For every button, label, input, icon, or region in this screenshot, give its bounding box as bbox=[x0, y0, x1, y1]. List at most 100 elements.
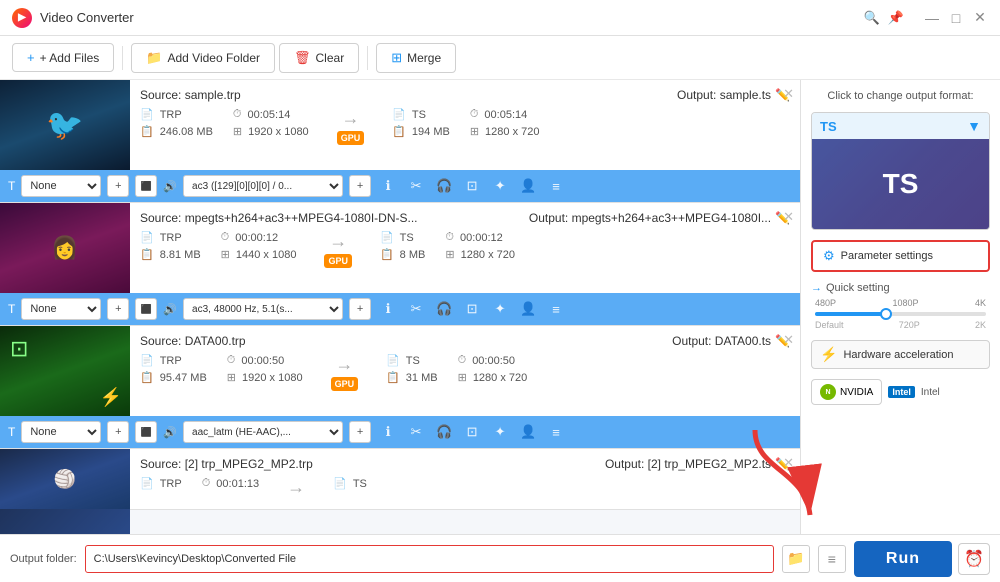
add-folder-button[interactable]: 📁 Add Video Folder bbox=[131, 43, 275, 73]
effect-icon[interactable]: ✦ bbox=[489, 175, 511, 197]
pin-icon[interactable]: 📌 bbox=[888, 10, 904, 26]
nvidia-badge: N NVIDIA bbox=[811, 379, 882, 405]
file-info: Source: DATA00.trp Output: DATA00.ts ✏️ … bbox=[130, 326, 800, 416]
subtitle-edit-icon[interactable]: ≡ bbox=[545, 175, 567, 197]
control-bar: T None + ⬛ 🔊 ac3 ([129][0][0][0] / 0... … bbox=[0, 170, 800, 202]
output-path-input[interactable] bbox=[85, 545, 774, 573]
file-row: 🐦 Source: sample.trp Output: sample.ts ✏… bbox=[0, 80, 800, 170]
subtitle-edit-icon[interactable]: ≡ bbox=[545, 421, 567, 443]
effect-icon[interactable]: ✦ bbox=[489, 298, 511, 320]
out-format-icon: 📄 bbox=[392, 108, 406, 121]
audio-select[interactable]: ac3, 48000 Hz, 5.1(s... bbox=[183, 298, 343, 320]
run-button[interactable]: Run bbox=[854, 541, 952, 577]
audio-select[interactable]: aac_latm (HE-AAC),... bbox=[183, 421, 343, 443]
time-icon: ⏱ bbox=[202, 477, 211, 490]
add-audio-button[interactable]: + bbox=[349, 421, 371, 443]
track-options-button[interactable]: ⬛ bbox=[135, 175, 157, 197]
timer-button[interactable]: ⏰ bbox=[958, 543, 990, 575]
info-icon[interactable]: ℹ bbox=[377, 298, 399, 320]
file-item: ⊡ ⚡ Source: DATA00.trp Output: DATA00.ts… bbox=[0, 326, 800, 449]
hw-icon: ⚡ bbox=[820, 346, 837, 363]
add-track-button[interactable]: + bbox=[107, 175, 129, 197]
window-controls: 🔍 📌 — □ ✕ bbox=[864, 10, 988, 26]
cut-icon[interactable]: ✂ bbox=[405, 421, 427, 443]
close-item-button[interactable]: ✕ bbox=[783, 209, 794, 225]
crop-icon[interactable]: ⊡ bbox=[461, 175, 483, 197]
crop-icon[interactable]: ⊡ bbox=[461, 298, 483, 320]
watermark-icon[interactable]: 👤 bbox=[517, 421, 539, 443]
merge-button[interactable]: ⊞ Merge bbox=[376, 43, 456, 73]
subtitle-edit-icon[interactable]: ≡ bbox=[545, 298, 567, 320]
add-track-button[interactable]: + bbox=[107, 421, 129, 443]
hardware-acceleration-button[interactable]: ⚡ Hardware acceleration bbox=[811, 340, 990, 369]
toolbar: + + Add Files 📁 Add Video Folder 🗑 Clear… bbox=[0, 36, 1000, 80]
quality-slider-container: 480P 1080P 4K Default 720P 2K bbox=[811, 298, 990, 330]
cut-icon[interactable]: ✂ bbox=[405, 175, 427, 197]
title-bar: ▶ Video Converter 🔍 📌 — □ ✕ bbox=[0, 0, 1000, 36]
output-title: Output: DATA00.ts ✏️ bbox=[672, 334, 790, 348]
output-folder-label: Output folder: bbox=[10, 553, 77, 565]
file-thumbnail: 🏐 bbox=[0, 449, 130, 534]
source-title: Source: DATA00.trp bbox=[140, 334, 246, 348]
file-item: 👩 Source: mpegts+h264+ac3++MPEG4-1080I-D… bbox=[0, 203, 800, 326]
audio-icon: 🔊 bbox=[163, 303, 177, 316]
info-icon[interactable]: ℹ bbox=[377, 175, 399, 197]
close-item-button[interactable]: ✕ bbox=[783, 455, 794, 471]
subtitle-select[interactable]: None bbox=[21, 298, 101, 320]
settings-icon: ⚙ bbox=[823, 248, 835, 264]
quick-arrow-icon: → bbox=[811, 282, 822, 294]
out-time-icon: ⏱ bbox=[445, 231, 454, 244]
add-audio-button[interactable]: + bbox=[349, 298, 371, 320]
add-audio-button[interactable]: + bbox=[349, 175, 371, 197]
add-track-button[interactable]: + bbox=[107, 298, 129, 320]
res-icon: ⊞ bbox=[227, 371, 236, 384]
maximize-button[interactable]: □ bbox=[948, 10, 964, 26]
browse-folder-button[interactable]: 📁 bbox=[782, 545, 810, 573]
cut-icon[interactable]: ✂ bbox=[405, 298, 427, 320]
subtitle-select[interactable]: None bbox=[21, 421, 101, 443]
close-item-button[interactable]: ✕ bbox=[783, 332, 794, 348]
file-info: Source: sample.trp Output: sample.ts ✏️ … bbox=[130, 80, 800, 170]
minimize-button[interactable]: — bbox=[924, 10, 940, 26]
out-res-icon: ⊞ bbox=[445, 248, 454, 261]
output-title: Output: mpegts+h264+ac3++MPEG4-1080I... … bbox=[529, 211, 790, 225]
watermark-icon[interactable]: 👤 bbox=[517, 298, 539, 320]
run-section: Run ⏰ bbox=[854, 541, 990, 577]
headphone-icon[interactable]: 🎧 bbox=[433, 421, 455, 443]
audio-icon: 🔊 bbox=[163, 180, 177, 193]
headphone-icon[interactable]: 🎧 bbox=[433, 298, 455, 320]
effect-icon[interactable]: ✦ bbox=[489, 421, 511, 443]
parameter-settings-button[interactable]: ⚙ Parameter settings bbox=[811, 240, 990, 272]
quick-setting-title: → Quick setting bbox=[811, 282, 990, 294]
format-icon: 📄 bbox=[140, 354, 154, 367]
close-item-button[interactable]: ✕ bbox=[783, 86, 794, 102]
gpu-badge: GPU bbox=[337, 131, 365, 145]
quality-slider-thumb[interactable] bbox=[880, 308, 892, 320]
out-format-icon: 📄 bbox=[386, 354, 400, 367]
crop-icon[interactable]: ⊡ bbox=[461, 421, 483, 443]
save-list-button[interactable]: ≡ bbox=[818, 545, 846, 573]
control-bar: T None + ⬛ 🔊 aac_latm (HE-AAC),... + ℹ ✂… bbox=[0, 416, 800, 448]
main-area: 🐦 Source: sample.trp Output: sample.ts ✏… bbox=[0, 80, 1000, 534]
source-title: Source: mpegts+h264+ac3++MPEG4-1080I-DN-… bbox=[140, 211, 417, 225]
add-files-button[interactable]: + + Add Files bbox=[12, 43, 114, 72]
output-title: Output: sample.ts ✏️ bbox=[677, 88, 790, 102]
subtitle-select[interactable]: None bbox=[21, 175, 101, 197]
dropdown-arrow-icon[interactable]: ▼ bbox=[967, 118, 981, 134]
out-time-icon: ⏱ bbox=[470, 108, 479, 121]
track-options-button[interactable]: ⬛ bbox=[135, 421, 157, 443]
info-icon[interactable]: ℹ bbox=[377, 421, 399, 443]
close-button[interactable]: ✕ bbox=[972, 10, 988, 26]
track-options-button[interactable]: ⬛ bbox=[135, 298, 157, 320]
file-thumbnail: ⊡ ⚡ bbox=[0, 326, 130, 416]
headphone-icon[interactable]: 🎧 bbox=[433, 175, 455, 197]
gpu-vendors: N NVIDIA Intel Intel bbox=[811, 379, 990, 405]
bottom-bar: Output folder: 📁 ≡ Run ⏰ bbox=[0, 534, 1000, 582]
format-selector[interactable]: TS ▼ TS bbox=[811, 112, 990, 230]
search-icon[interactable]: 🔍 bbox=[864, 10, 880, 26]
file-thumbnail: 🐦 bbox=[0, 80, 130, 170]
output-title: Output: [2] trp_MPEG2_MP2.ts ✏️ bbox=[605, 457, 790, 471]
watermark-icon[interactable]: 👤 bbox=[517, 175, 539, 197]
clear-button[interactable]: 🗑 Clear bbox=[279, 43, 359, 73]
audio-select[interactable]: ac3 ([129][0][0][0] / 0... bbox=[183, 175, 343, 197]
